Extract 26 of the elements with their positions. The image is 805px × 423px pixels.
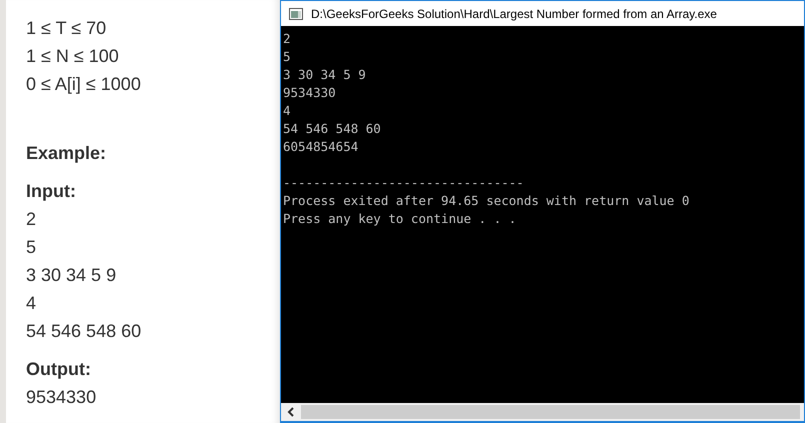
- console-line: Press any key to continue . . .: [283, 210, 518, 228]
- console-line: --------------------------------: [283, 174, 525, 192]
- constraint-text: 0 ≤ A[i] ≤ 1000: [26, 73, 142, 96]
- console-line: 9534330: [283, 84, 337, 102]
- output-line: 9534330: [26, 386, 98, 409]
- console-line: 6054854654: [283, 138, 360, 156]
- console-line: 4: [283, 102, 292, 120]
- input-line: 2: [26, 208, 38, 231]
- console-line: 5: [283, 48, 292, 66]
- scrollbar-thumb[interactable]: [301, 405, 800, 419]
- output-label: Output:: [26, 358, 92, 381]
- input-label: Input:: [26, 180, 77, 203]
- input-line: 4: [26, 292, 38, 315]
- chevron-left-icon: [286, 407, 296, 417]
- console-line: 54 546 548 60: [283, 120, 382, 138]
- console-line: Process exited after 94.65 seconds with return value 0: [283, 192, 690, 210]
- window-title: D:\GeeksForGeeks Solution\Hard\Largest Number formed from an Array.exe: [311, 6, 717, 22]
- input-line: 54 546 548 60: [26, 320, 142, 343]
- console-line: 3 30 34 5 9: [283, 66, 367, 84]
- input-line: 5: [26, 236, 38, 259]
- console-line: 2: [283, 30, 292, 48]
- example-heading: Example:: [26, 142, 108, 165]
- input-line: 3 30 34 5 9: [26, 264, 118, 287]
- console-app-icon: [289, 8, 303, 20]
- constraint-text: 1 ≤ T ≤ 70: [26, 17, 108, 40]
- constraint-text: 1 ≤ N ≤ 100: [26, 45, 120, 68]
